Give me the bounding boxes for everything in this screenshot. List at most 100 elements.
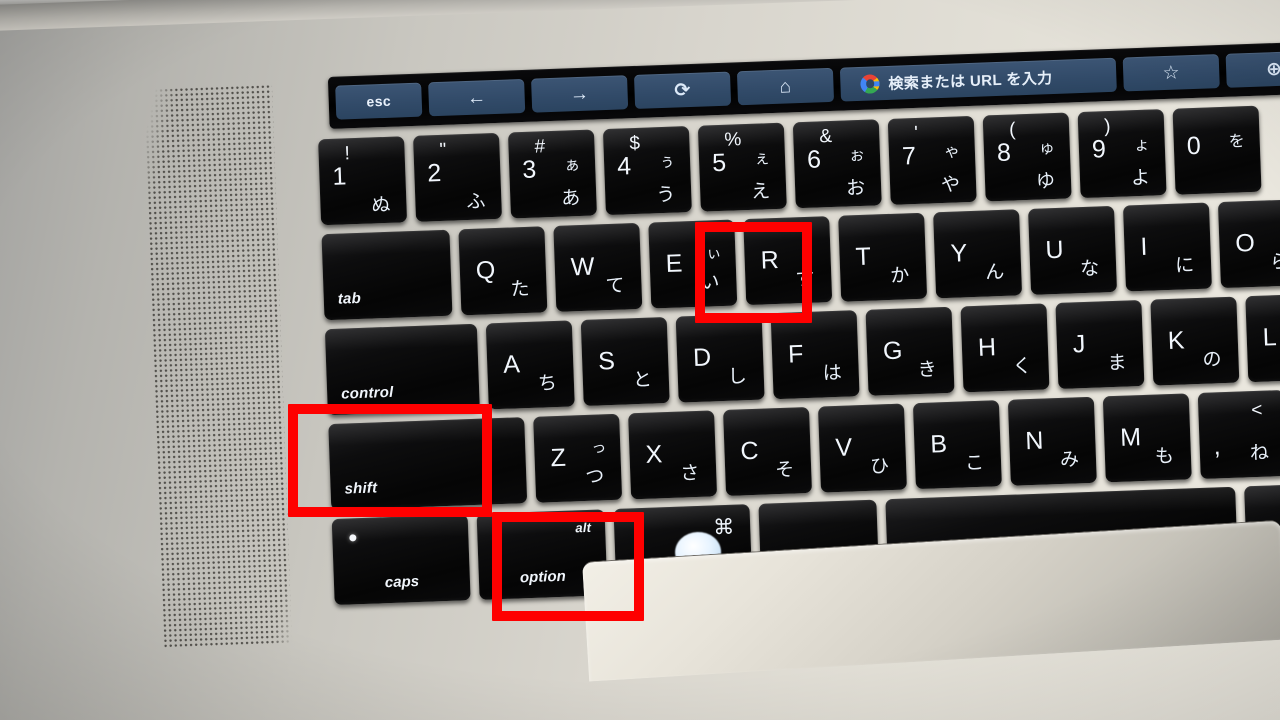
highlight-box-command-key	[492, 512, 644, 621]
key-g-kana: き	[917, 359, 938, 382]
key-z-kana-small: っ	[590, 439, 607, 457]
touchbar-back-button[interactable]: ←	[428, 78, 526, 117]
key-h[interactable]: H く	[960, 303, 1050, 393]
key-q[interactable]: Q た	[458, 226, 548, 316]
key-v[interactable]: V ひ	[817, 403, 907, 493]
key-7-kana: や	[940, 174, 961, 197]
key-4-digit: 4	[616, 152, 632, 181]
key-5[interactable]: % 5 ぇ え	[697, 122, 787, 212]
reload-icon: ⟳	[674, 79, 692, 102]
key-9[interactable]: ) 9 ょ よ	[1077, 109, 1167, 199]
key-d-kana: し	[727, 366, 748, 388]
key-4[interactable]: $ 4 ぅ う	[602, 126, 692, 216]
key-x-kana: さ	[679, 462, 700, 485]
key-j-kana: ま	[1107, 352, 1127, 375]
key-b-letter: B	[929, 430, 948, 459]
touchbar-search-field[interactable]: 検索または URL を入力	[839, 57, 1117, 102]
key-7[interactable]: ' 7 ゃ や	[887, 115, 977, 205]
highlight-box-r-key	[695, 222, 812, 323]
key-2-digit: 2	[426, 158, 442, 188]
key-c[interactable]: C そ	[723, 406, 813, 496]
key-comma[interactable]: < , ね	[1197, 389, 1280, 479]
key-5-kana-small: ぇ	[753, 150, 771, 168]
key-6-kana-small: ぉ	[848, 146, 866, 165]
key-u[interactable]: U な	[1028, 205, 1118, 295]
key-3[interactable]: # 3 ぁ あ	[507, 129, 597, 219]
key-d[interactable]: D し	[675, 313, 765, 403]
key-d-letter: D	[692, 343, 712, 373]
key-8[interactable]: ( 8 ゅ ゆ	[982, 112, 1072, 202]
key-j[interactable]: J ま	[1055, 299, 1145, 390]
key-1-digit: 1	[331, 162, 347, 191]
highlight-box-shift-key	[288, 404, 492, 517]
caps-lock-indicator-icon	[349, 534, 357, 542]
key-a[interactable]: A ち	[485, 320, 575, 410]
key-z-letter: Z	[550, 443, 567, 473]
key-9-kana: よ	[1130, 167, 1151, 190]
key-g[interactable]: G き	[865, 306, 955, 396]
key-control[interactable]: control	[324, 323, 480, 416]
touchbar-esc-button[interactable]: esc	[335, 82, 423, 120]
key-l[interactable]: L り	[1245, 293, 1280, 383]
key-2-symbol: "	[439, 139, 447, 161]
key-s[interactable]: S と	[580, 316, 670, 406]
key-i[interactable]: I に	[1122, 202, 1212, 292]
touchbar-bookmark-button[interactable]: ☆	[1122, 54, 1220, 92]
touchbar-home-button[interactable]: ⌂	[736, 67, 835, 106]
key-y[interactable]: Y ん	[933, 209, 1023, 299]
key-w-kana: て	[605, 275, 625, 298]
key-5-kana: え	[750, 181, 771, 203]
key-comma-symbol: <	[1250, 399, 1263, 422]
key-0[interactable]: 0 を	[1172, 105, 1262, 195]
key-t[interactable]: T か	[838, 212, 928, 302]
touchbar-search-placeholder: 検索または URL を入力	[888, 69, 1053, 93]
key-2-kana: ふ	[466, 191, 486, 214]
key-x-letter: X	[645, 440, 663, 469]
key-z[interactable]: Z っ つ	[533, 413, 623, 503]
key-a-letter: A	[502, 350, 521, 379]
touchbar-newtab-button[interactable]: ⊕	[1225, 50, 1280, 88]
key-8-kana: ゆ	[1035, 171, 1056, 193]
key-m[interactable]: M も	[1102, 393, 1192, 483]
key-w-letter: W	[570, 252, 595, 282]
key-9-symbol: )	[1103, 115, 1111, 138]
key-n[interactable]: N み	[1007, 396, 1097, 486]
key-6-digit: 6	[806, 145, 822, 174]
key-k[interactable]: K の	[1150, 296, 1240, 386]
key-2[interactable]: " 2 ふ	[413, 132, 503, 222]
key-y-letter: Y	[950, 239, 968, 268]
key-s-kana: と	[632, 369, 653, 392]
key-8-kana-small: ゅ	[1038, 139, 1056, 158]
key-o[interactable]: O ら	[1217, 199, 1280, 289]
key-e-letter: E	[665, 249, 683, 278]
key-caps-label: caps	[384, 573, 420, 592]
key-u-letter: U	[1045, 235, 1065, 265]
plus-circle-icon: ⊕	[1265, 58, 1280, 80]
key-control-label: control	[340, 383, 394, 403]
key-g-letter: G	[882, 336, 903, 366]
key-6[interactable]: & 6 ぉ お	[792, 119, 882, 209]
touchbar-forward-button[interactable]: →	[531, 75, 629, 113]
key-w[interactable]: W て	[553, 222, 643, 312]
key-c-kana: そ	[774, 459, 795, 482]
key-1-symbol: !	[344, 143, 351, 165]
key-q-letter: Q	[475, 256, 496, 285]
key-f[interactable]: F は	[770, 310, 860, 400]
arrow-left-icon: ←	[466, 86, 487, 109]
key-4-kana: う	[655, 184, 676, 207]
key-x[interactable]: X さ	[628, 410, 718, 500]
key-7-digit: 7	[901, 141, 917, 171]
display-hinge	[0, 0, 1280, 32]
key-8-symbol: (	[1008, 119, 1016, 141]
key-4-symbol: $	[629, 132, 641, 155]
key-j-letter: J	[1072, 330, 1086, 359]
key-u-kana: な	[1079, 258, 1100, 281]
key-tab[interactable]: tab	[321, 229, 453, 321]
command-symbol-icon: ⌘	[712, 515, 735, 540]
touchbar-reload-button[interactable]: ⟳	[633, 71, 732, 109]
key-q-kana: た	[510, 278, 530, 301]
key-caps-lock[interactable]: caps	[331, 514, 471, 606]
key-b[interactable]: B こ	[912, 400, 1002, 490]
key-4-kana-small: ぅ	[658, 153, 676, 172]
key-1[interactable]: ! 1 ぬ	[318, 136, 408, 226]
